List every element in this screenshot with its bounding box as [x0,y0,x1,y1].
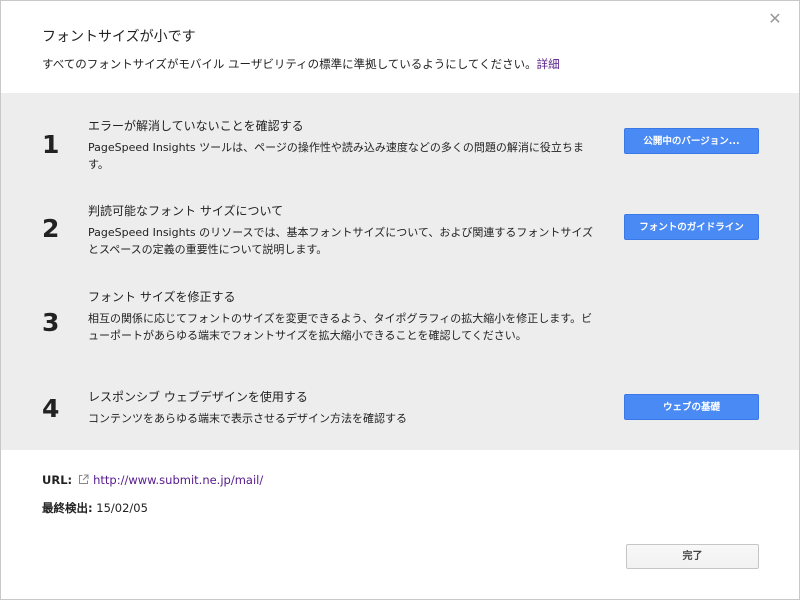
dialog-title: フォントサイズが小です [42,29,196,45]
step-number: 3 [42,308,60,337]
url-link[interactable]: http://www.submit.ne.jp/mail/ [93,473,263,487]
dialog-header: フォントサイズが小です すべてのフォントサイズがモバイル ユーザビリティの標準に… [42,27,759,72]
url-label: URL: [42,473,73,487]
step-text: エラーが解消していないことを確認する PageSpeed Insights ツー… [88,118,598,173]
step-description: PageSpeed Insights ツールは、ページの操作性や読み込み速度など… [88,141,584,171]
url-row: URL: http://www.submit.ne.jp/mail/ [42,472,263,488]
web-fundamentals-button[interactable]: ウェブの基礎 [624,394,759,420]
details-link[interactable]: 詳細 [537,57,560,71]
step-text: レスポンシブ ウェブデザインを使用する コンテンツをあらゆる端末で表示させるデザ… [88,389,598,427]
subtitle-text: すべてのフォントサイズがモバイル ユーザビリティの標準に準拠しているようにしてく… [42,57,537,71]
last-detected-label: 最終検出: [42,501,93,515]
step-text: フォント サイズを修正する 相互の関係に応じてフォントのサイズを変更できるよう、… [88,289,598,344]
step-number: 4 [42,394,60,423]
font-size-dialog: ✕ フォントサイズが小です すべてのフォントサイズがモバイル ユーザビリティの標… [0,0,800,600]
close-icon[interactable]: ✕ [767,11,783,27]
step-text: 判読可能なフォント サイズについて PageSpeed Insights のリソ… [88,203,598,258]
last-detected-date: 15/02/05 [96,501,148,515]
step-title: エラーが解消していないことを確認する [88,119,304,133]
step-description: 相互の関係に応じてフォントのサイズを変更できるよう、タイポグラフィの拡大縮小を修… [88,312,593,342]
external-link-icon[interactable] [78,474,89,485]
font-guidelines-button[interactable]: フォントのガイドライン [624,214,759,240]
step-description: PageSpeed Insights のリソースでは、基本フォントサイズについて… [88,226,594,256]
step-number: 1 [42,130,60,159]
step-title: レスポンシブ ウェブデザインを使用する [88,390,308,404]
dialog-subtitle: すべてのフォントサイズがモバイル ユーザビリティの標準に準拠しているようにしてく… [42,56,759,72]
last-detected-row: 最終検出: 15/02/05 [42,500,148,516]
step-number: 2 [42,214,60,243]
step-title: フォント サイズを修正する [88,290,236,304]
steps-panel: 1 エラーが解消していないことを確認する PageSpeed Insights … [1,93,799,450]
live-version-button[interactable]: 公開中のバージョン... [624,128,759,154]
step-title: 判読可能なフォント サイズについて [88,204,284,218]
step-description: コンテンツをあらゆる端末で表示させるデザイン方法を確認する [88,412,407,425]
done-button[interactable]: 完了 [626,544,759,569]
